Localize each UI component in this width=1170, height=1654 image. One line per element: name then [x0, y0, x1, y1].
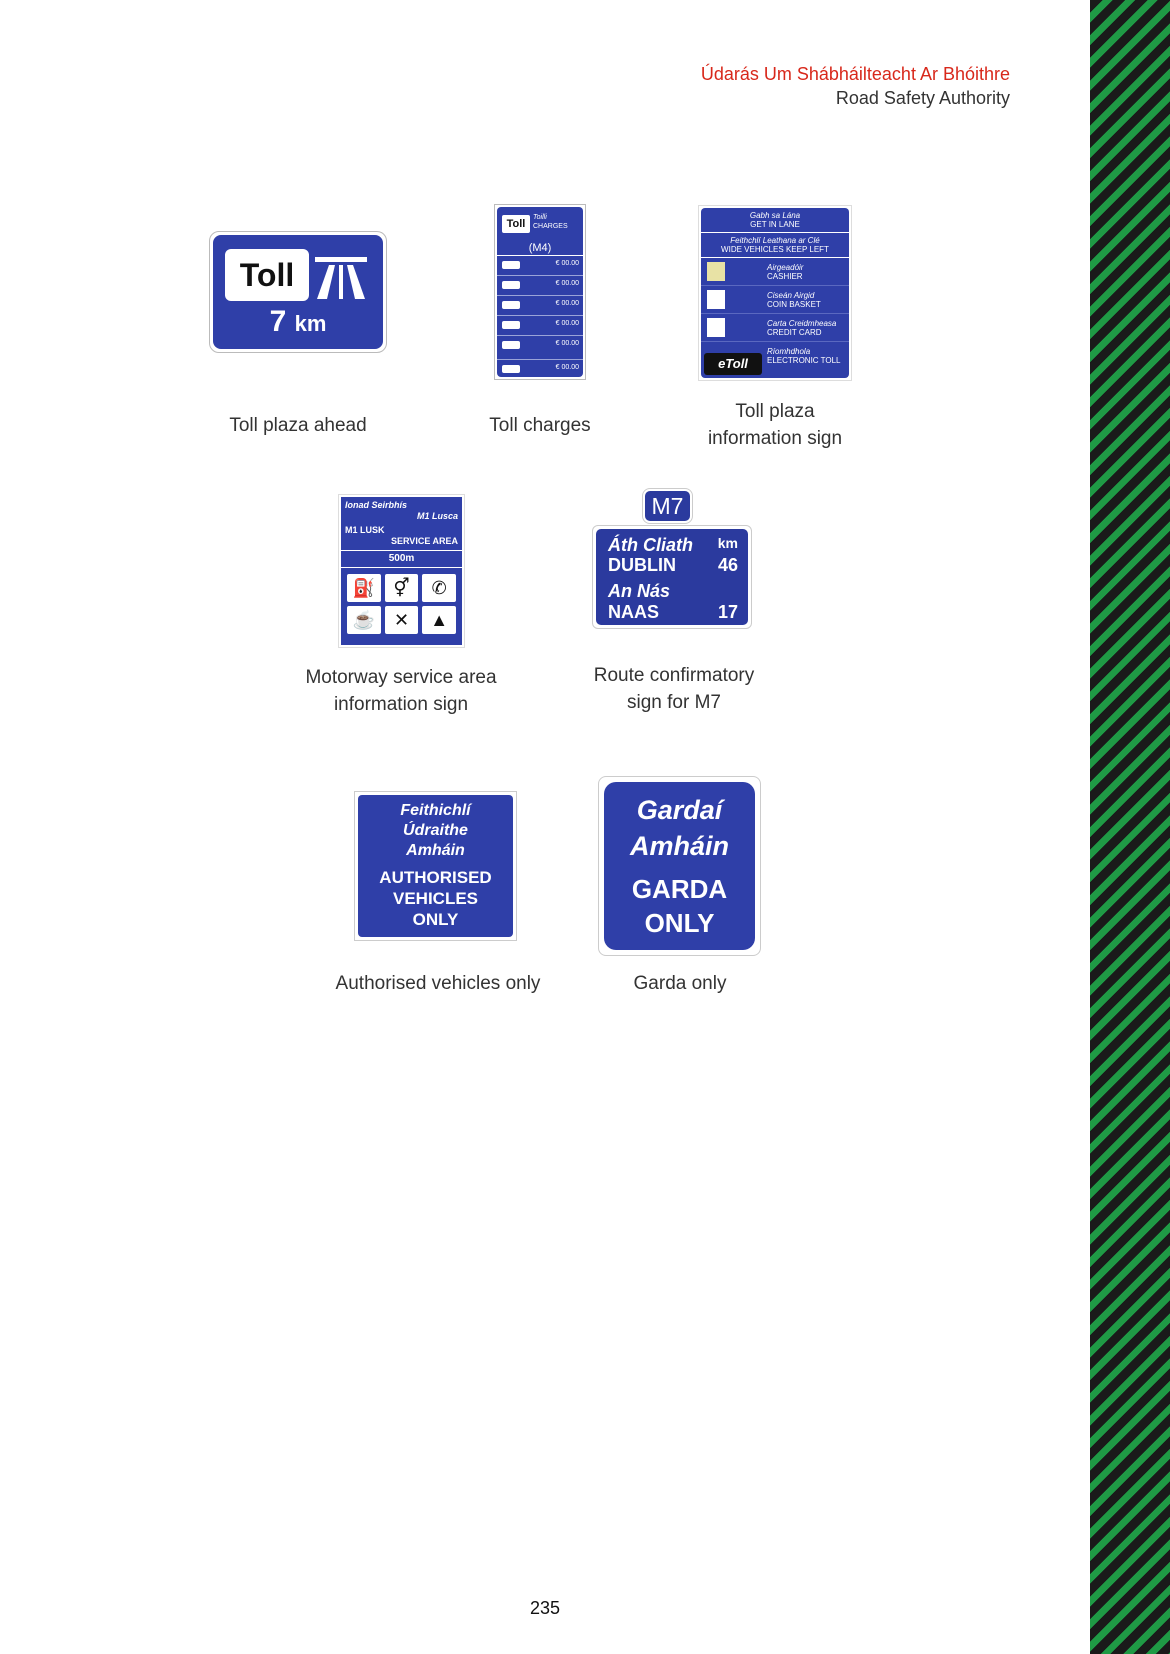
service-area-sign: Ionad Seirbhís M1 Lusca M1 LUSK SERVICE …	[338, 494, 465, 648]
toll-word: Toll	[225, 249, 309, 301]
service-irish-place: M1 Lusca	[416, 511, 458, 521]
toll-charges-english: CHARGES	[533, 223, 568, 230]
wide-vehicles-english: WIDE VEHICLES KEEP LEFT	[721, 245, 829, 254]
charge-row: € 00.00	[497, 336, 583, 360]
m7-confirmatory-sign: Áth Cliath km DUBLIN 46 An Nás NAAS 17	[592, 525, 752, 629]
truck-icon	[502, 301, 520, 309]
restaurant-icon: ✕	[384, 606, 419, 634]
garda-only-sign: Gardaí Amháin GARDA ONLY	[598, 776, 761, 956]
toll-option-row: Carta Creidmheasa CREDIT CARD	[701, 314, 849, 342]
lorry-icon	[502, 341, 520, 349]
picnic-icon: ▲	[422, 606, 456, 634]
authorised-irish: Feithichlí Údraithe Amháin	[400, 802, 471, 859]
phone-icon: ✆	[422, 574, 456, 602]
toll-plaza-ahead-sign: Toll 7 km	[209, 231, 387, 353]
motorway-icon	[315, 257, 367, 299]
dest2-english: NAAS	[608, 602, 660, 622]
caption-service-area: Motorway service area information sign	[305, 667, 497, 715]
toll-option-row: Ciseán Airgid COIN BASKET	[701, 286, 849, 314]
credit-card-icon	[707, 318, 725, 337]
toll-charges-irish: Toilli	[533, 214, 547, 221]
caption-toll-plaza-ahead: Toll plaza ahead	[229, 415, 367, 436]
dest1-irish: Áth Cliath	[608, 535, 693, 555]
dest2-irish: An Nás	[608, 581, 671, 601]
authorised-vehicles-sign: Feithichlí Údraithe Amháin AUTHORISED VE…	[354, 791, 517, 941]
van-icon	[502, 281, 520, 289]
toll-plaza-info-sign: Gabh sa Lána GET IN LANE Feithchlí Leath…	[698, 205, 852, 381]
toll-charges-word: Toll	[502, 215, 530, 233]
bus-icon	[502, 321, 520, 329]
coin-basket-icon	[707, 290, 725, 309]
charge-row: € 00.00	[497, 256, 583, 276]
dest2-distance: 17	[717, 602, 738, 622]
caption-m7: Route confirmatory sign for M7	[593, 665, 755, 713]
authorised-english: AUTHORISED VEHICLES ONLY	[379, 868, 492, 929]
lane-irish: Gabh sa Lána	[749, 211, 801, 220]
m7-route-badge: M7	[645, 491, 690, 521]
toilets-icon: ⚥	[384, 574, 419, 602]
garda-english: GARDA ONLY	[631, 874, 728, 938]
service-distance: 500m	[341, 550, 462, 568]
caption-toll-charges: Toll charges	[489, 415, 591, 436]
header-english: Road Safety Authority	[835, 88, 1010, 108]
cafe-icon: ☕	[347, 606, 381, 634]
fuel-icon: ⛽	[347, 574, 381, 602]
dest1-english: DUBLIN	[608, 555, 676, 575]
caption-authorised: Authorised vehicles only	[335, 973, 541, 994]
dest1-distance: 46	[717, 555, 738, 575]
page-number: 235	[529, 1598, 561, 1618]
toll-distance: 7 km	[269, 305, 327, 338]
caption-garda: Garda only	[633, 973, 727, 994]
caption-toll-plaza-info: Toll plaza information sign	[707, 401, 843, 449]
cashier-icon	[707, 262, 725, 281]
service-english-place: M1 LUSK	[345, 525, 385, 535]
etoll-logo: eToll	[704, 353, 762, 375]
km-label: km	[717, 535, 738, 551]
wide-vehicles-irish: Feithchlí Leathana ar Clé	[730, 236, 820, 245]
service-english: SERVICE AREA	[390, 536, 458, 546]
header: Údarás Um Shábháilteacht Ar Bhóithre Roa…	[701, 62, 1010, 110]
lane-english: GET IN LANE	[750, 220, 800, 229]
charge-row: € 00.00	[497, 296, 583, 316]
garda-irish: Gardaí Amháin	[629, 795, 729, 861]
charge-row: € 00.00	[497, 276, 583, 296]
charge-row: € 00.00	[497, 316, 583, 336]
toll-option-row: Airgeadóir CASHIER	[701, 258, 849, 286]
service-irish: Ionad Seirbhís	[345, 500, 408, 510]
toll-charges-route: (M4)	[497, 241, 583, 256]
hgv-icon	[502, 365, 520, 373]
charge-row: € 00.00	[497, 360, 583, 379]
toll-charges-sign: Toll Toilli CHARGES (M4) € 00.00 € 00.00…	[494, 204, 586, 380]
side-stripe	[1090, 0, 1170, 1654]
header-irish: Údarás Um Shábháilteacht Ar Bhóithre	[700, 64, 1010, 84]
car-icon	[502, 261, 520, 269]
